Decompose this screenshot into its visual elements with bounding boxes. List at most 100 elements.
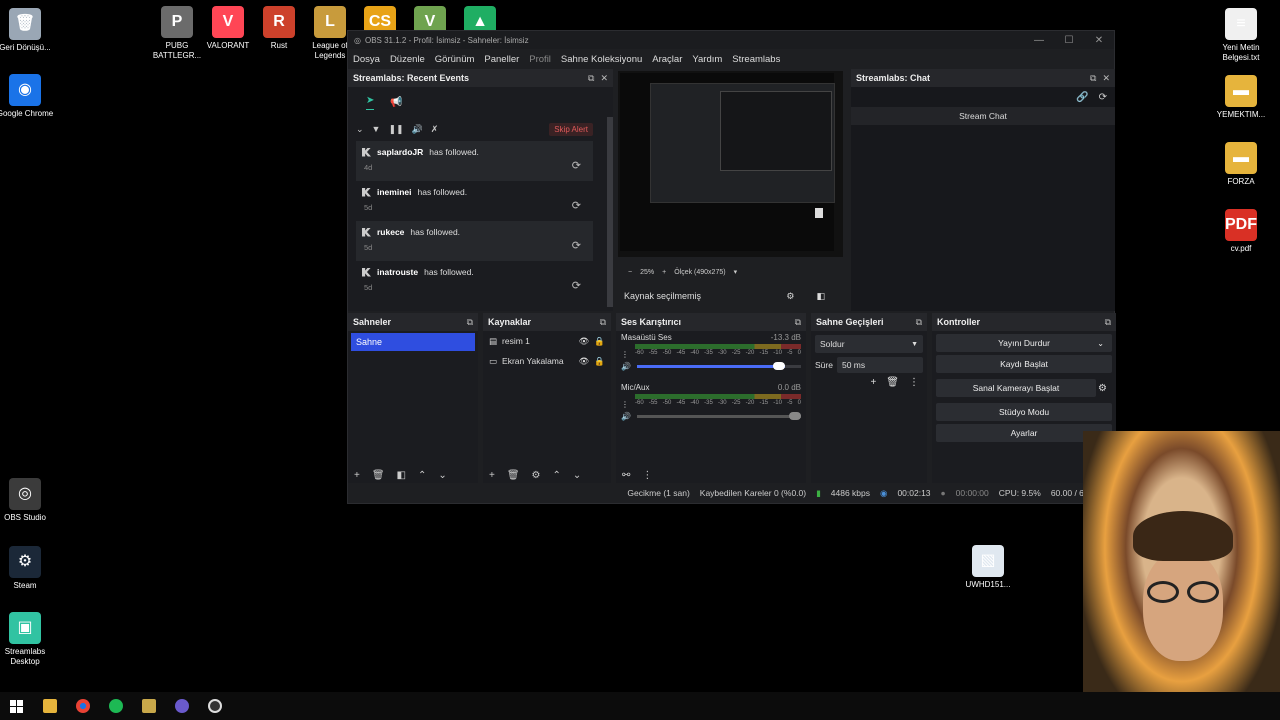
volume-icon[interactable]: 🔊 [621, 412, 631, 421]
send-icon[interactable]: ➤ [366, 95, 375, 110]
source-gear-icon[interactable]: ⚙ [532, 470, 541, 481]
lock-icon[interactable]: 🔒 [594, 336, 605, 347]
replay-icon[interactable]: ⟳ [572, 239, 581, 252]
scale-dropdown-icon[interactable]: ▾ [734, 268, 738, 276]
menu-item[interactable]: Dosya [348, 54, 385, 65]
start-record-button[interactable]: Kaydı Başlat [936, 355, 1112, 373]
preview-area[interactable] [618, 71, 843, 257]
replay-icon[interactable]: ⟳ [572, 159, 581, 172]
desktop-shortcut-right[interactable]: ▧ UWHD151... [956, 545, 1020, 590]
desktop-shortcut-left[interactable]: ◉ Google Chrome [0, 74, 57, 119]
menu-item[interactable]: Streamlabs [727, 54, 785, 65]
volume-slider-thumb[interactable] [772, 362, 785, 370]
megaphone-icon[interactable]: 📢 [390, 97, 402, 108]
volume-icon[interactable]: 🔊 [412, 124, 423, 135]
desktop-shortcut-left[interactable]: ◎ OBS Studio [0, 478, 57, 523]
mixer-link-icon[interactable]: ⚯ [622, 470, 630, 481]
desktop-shortcut-right[interactable]: ≡ Yeni Metin Belgesi.txt [1209, 8, 1273, 63]
menu-item[interactable]: Düzenle [385, 54, 430, 65]
move-down-icon[interactable]: ⌄ [573, 470, 581, 481]
volume-slider[interactable] [636, 412, 801, 420]
filter-icon[interactable]: ▼ [372, 124, 381, 134]
filters-icon[interactable]: ◧ [816, 291, 825, 302]
obs-titlebar[interactable]: ◎ OBS 31.1.2 - Profil: İsimsiz - Sahnele… [348, 31, 1114, 49]
duration-input[interactable]: 50 ms [836, 357, 923, 373]
menu-item[interactable]: Yardım [687, 54, 727, 65]
maximize-icon[interactable]: ☐ [1054, 35, 1084, 46]
refresh-icon[interactable]: ⟳ [1099, 92, 1107, 103]
event-row[interactable]: saplardoJR has followed. 4d ⟳ [356, 141, 593, 181]
menu-item[interactable]: Profil [524, 54, 556, 65]
transition-menu-icon[interactable]: ⋮ [909, 377, 919, 388]
spotify-icon[interactable] [99, 692, 132, 720]
chevron-down-icon[interactable]: ⌄ [1097, 339, 1104, 348]
menu-item[interactable]: Araçlar [647, 54, 687, 65]
add-scene-icon[interactable]: + [354, 470, 360, 481]
move-up-icon[interactable]: ⌃ [553, 470, 561, 481]
skip-alert-button[interactable]: Skip Alert [549, 122, 593, 136]
pause-icon[interactable]: ❚❚ [388, 124, 403, 135]
undock-icon[interactable]: ⧉ [916, 317, 922, 328]
zoom-out-icon[interactable]: − [628, 269, 632, 276]
chevron-down-icon[interactable]: ⌄ [356, 124, 364, 135]
eye-icon[interactable]: 👁 [579, 336, 590, 347]
replay-icon[interactable]: ⟳ [572, 279, 581, 292]
menu-item[interactable]: Sahne Koleksiyonu [556, 54, 647, 65]
link-icon[interactable]: 🔗 [1076, 92, 1088, 103]
windows-start-icon[interactable] [0, 692, 33, 720]
chrome-icon[interactable] [66, 692, 99, 720]
studio-mode-button[interactable]: Stüdyo Modu [936, 403, 1112, 421]
desktop-shortcut-right[interactable]: ▬ FORZA [1209, 142, 1273, 187]
add-source-icon[interactable]: + [489, 470, 495, 481]
desktop-shortcut-left[interactable]: ⚙ Steam [0, 546, 57, 591]
move-down-icon[interactable]: ⌄ [438, 470, 446, 481]
dock-close-icon[interactable]: ✕ [1102, 73, 1110, 84]
eye-icon[interactable]: 👁 [579, 356, 590, 367]
virtual-cam-gear-icon[interactable]: ⚙ [1098, 383, 1116, 394]
desktop-shortcut-right[interactable]: ▬ YEMEKTIM... [1209, 75, 1273, 120]
properties-gear-icon[interactable]: ⚙ [786, 291, 794, 302]
channel-menu-icon[interactable]: ⋮ [621, 400, 633, 409]
obs-taskbar-icon[interactable] [165, 692, 198, 720]
replay-icon[interactable]: ⟳ [572, 199, 581, 212]
add-transition-icon[interactable]: + [870, 377, 876, 388]
volume-slider-thumb[interactable] [789, 412, 801, 420]
remove-source-icon[interactable]: 🗑 [507, 470, 520, 481]
move-up-icon[interactable]: ⌃ [418, 470, 426, 481]
desktop-shortcut-left[interactable]: ▣ Streamlabs Desktop [0, 612, 57, 667]
minimize-icon[interactable]: — [1024, 35, 1054, 46]
source-item[interactable]: ▤ resim 1 👁 🔒 [483, 331, 611, 351]
event-row[interactable]: inatrouste has followed. 5d ⟳ [356, 261, 593, 301]
virtual-cam-button[interactable]: Sanal Kamerayı Başlat [936, 379, 1096, 397]
scene-item[interactable]: Sahne [351, 333, 475, 351]
events-scrollbar[interactable] [607, 117, 613, 307]
undock-icon[interactable]: ⧉ [1105, 317, 1111, 328]
desktop-shortcut-left[interactable]: 🗑 Geri Dönüşü... [0, 8, 57, 53]
scale-select[interactable]: Ölçek (490x275) [674, 269, 725, 276]
scene-filters-icon[interactable]: ◧ [397, 470, 406, 481]
notepad-icon[interactable] [132, 692, 165, 720]
source-item[interactable]: ▭ Ekran Yakalama 👁 🔒 [483, 351, 611, 371]
transition-select[interactable]: Soldur ▼ [815, 335, 923, 353]
volume-icon[interactable]: 🔊 [621, 362, 631, 371]
volume-slider[interactable] [636, 362, 801, 370]
undock-icon[interactable]: ⧉ [588, 73, 594, 84]
undock-icon[interactable]: ⧉ [600, 317, 606, 328]
menu-item[interactable]: Görünüm [430, 54, 480, 65]
channel-menu-icon[interactable]: ⋮ [621, 350, 633, 359]
mixer-menu-icon[interactable]: ⋮ [642, 470, 652, 481]
stop-stream-button[interactable]: Yayını Durdur ⌄ [936, 334, 1112, 352]
desktop-shortcut-right[interactable]: PDF cv.pdf [1209, 209, 1273, 254]
undock-icon[interactable]: ⧉ [795, 317, 801, 328]
zoom-in-icon[interactable]: + [662, 269, 666, 276]
mute-alerts-icon[interactable]: ✗ [431, 124, 439, 135]
undock-icon[interactable]: ⧉ [1090, 73, 1096, 84]
remove-scene-icon[interactable]: 🗑 [372, 470, 385, 481]
remove-transition-icon[interactable]: 🗑 [886, 377, 899, 388]
undock-icon[interactable]: ⧉ [467, 317, 473, 328]
event-row[interactable]: rukece has followed. 5d ⟳ [356, 221, 593, 261]
menu-item[interactable]: Paneller [479, 54, 524, 65]
streamlabs-taskbar-icon[interactable] [198, 692, 231, 720]
event-row[interactable]: ineminei has followed. 5d ⟳ [356, 181, 593, 221]
lock-icon[interactable]: 🔒 [594, 356, 605, 367]
